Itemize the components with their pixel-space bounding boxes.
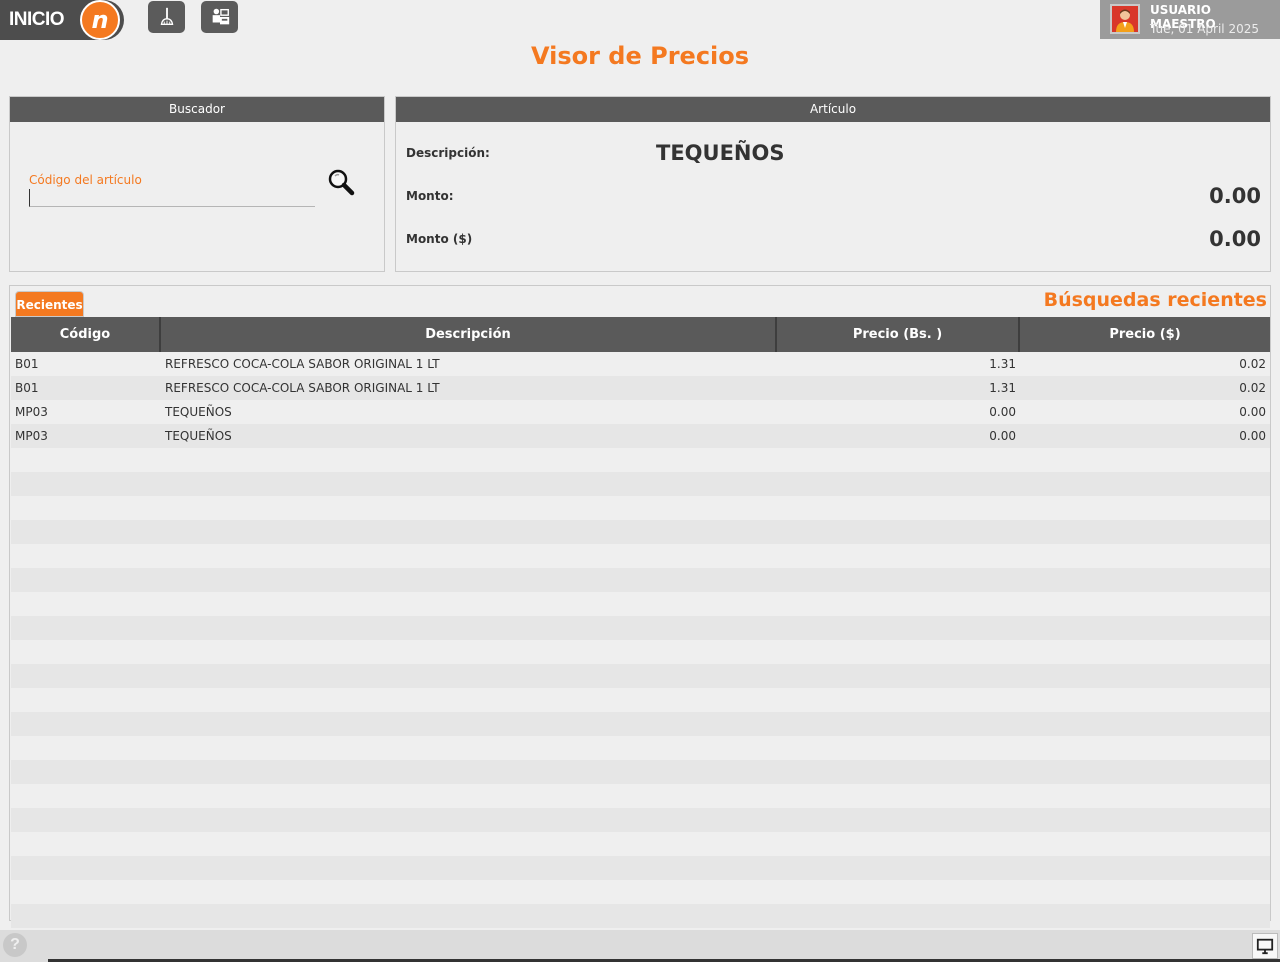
amount-usd-label: Monto ($) xyxy=(406,232,473,246)
help-icon[interactable]: ? xyxy=(3,933,27,957)
cell-description: REFRESCO COCA-COLA SABOR ORIGINAL 1 LT xyxy=(165,357,440,371)
article-panel: Artículo Descripción: TEQUEÑOS Monto: 0.… xyxy=(395,96,1271,272)
cell-price-usd: 0.02 xyxy=(1239,357,1266,371)
page-title: Visor de Precios xyxy=(530,42,750,70)
empty-table-row xyxy=(11,448,1270,472)
cell-price-bs: 1.31 xyxy=(989,357,1016,371)
cashier-button[interactable] xyxy=(201,1,238,33)
table-row[interactable]: MP03 TEQUEÑOS 0.00 0.00 xyxy=(11,424,1270,448)
cell-price-bs: 1.31 xyxy=(989,381,1016,395)
article-code-input[interactable] xyxy=(29,189,315,207)
cashier-icon xyxy=(212,8,229,25)
table-row[interactable]: B01 REFRESCO COCA-COLA SABOR ORIGINAL 1 … xyxy=(11,376,1270,400)
search-panel-header: Buscador xyxy=(10,97,384,122)
cell-description: TEQUEÑOS xyxy=(165,429,232,443)
recent-searches-table: Código Descripción Precio (Bs. ) Precio … xyxy=(11,317,1270,928)
column-header-price-bs[interactable]: Precio (Bs. ) xyxy=(777,317,1020,352)
recent-searches-panel: Recientes Búsquedas recientes Código Des… xyxy=(9,285,1271,928)
column-header-description[interactable]: Descripción xyxy=(161,317,777,352)
cell-code: MP03 xyxy=(15,429,48,443)
column-header-code[interactable]: Código xyxy=(11,317,161,352)
description-label: Descripción: xyxy=(406,146,490,160)
empty-table-row xyxy=(11,904,1270,928)
status-bar: ? xyxy=(0,930,1280,962)
cell-price-usd: 0.00 xyxy=(1239,405,1266,419)
brand-logo: n xyxy=(80,0,120,40)
description-value: TEQUEÑOS xyxy=(656,141,785,165)
empty-table-row xyxy=(11,880,1270,904)
cell-description: REFRESCO COCA-COLA SABOR ORIGINAL 1 LT xyxy=(165,381,440,395)
cell-description: TEQUEÑOS xyxy=(165,405,232,419)
empty-table-row xyxy=(11,592,1270,616)
empty-table-row xyxy=(11,544,1270,568)
empty-table-row xyxy=(11,784,1270,808)
cell-code: B01 xyxy=(15,357,39,371)
user-info[interactable]: USUARIO MAESTRO Tue, 01 April 2025 xyxy=(1100,0,1280,39)
user-avatar-icon xyxy=(1110,4,1140,34)
cell-price-usd: 0.00 xyxy=(1239,429,1266,443)
monitor-button[interactable] xyxy=(1252,933,1278,959)
current-date: Tue, 01 April 2025 xyxy=(1150,22,1259,36)
table-row[interactable]: B01 REFRESCO COCA-COLA SABOR ORIGINAL 1 … xyxy=(11,352,1270,376)
search-button[interactable] xyxy=(326,167,356,197)
column-header-price-usd[interactable]: Precio ($) xyxy=(1020,317,1270,352)
cell-code: B01 xyxy=(15,381,39,395)
empty-table-row xyxy=(11,520,1270,544)
article-code-label: Código del artículo xyxy=(29,173,142,187)
amount-label: Monto: xyxy=(406,189,454,203)
empty-table-row xyxy=(11,472,1270,496)
search-panel: Buscador Código del artículo xyxy=(9,96,385,272)
cell-price-usd: 0.02 xyxy=(1239,381,1266,395)
table-row[interactable]: MP03 TEQUEÑOS 0.00 0.00 xyxy=(11,400,1270,424)
tab-recientes[interactable]: Recientes xyxy=(15,291,84,317)
magnifier-icon xyxy=(328,169,355,196)
empty-table-row xyxy=(11,808,1270,832)
empty-table-row xyxy=(11,832,1270,856)
table-header: Código Descripción Precio (Bs. ) Precio … xyxy=(11,317,1270,352)
monitor-icon xyxy=(1256,938,1274,955)
recent-searches-title: Búsquedas recientes xyxy=(1043,289,1267,311)
amount-value: 0.00 xyxy=(1209,184,1261,208)
empty-table-row xyxy=(11,616,1270,640)
empty-table-row xyxy=(11,640,1270,664)
empty-table-row xyxy=(11,760,1270,784)
empty-table-row xyxy=(11,736,1270,760)
cleaning-broom-icon xyxy=(160,7,173,26)
amount-usd-value: 0.00 xyxy=(1209,227,1261,251)
cell-price-bs: 0.00 xyxy=(989,429,1016,443)
table-body: B01 REFRESCO COCA-COLA SABOR ORIGINAL 1 … xyxy=(11,352,1270,928)
home-button[interactable]: INICIO n xyxy=(0,0,124,40)
cleaning-broom-button[interactable] xyxy=(148,1,185,33)
article-panel-header: Artículo xyxy=(396,97,1270,122)
empty-table-row xyxy=(11,568,1270,592)
empty-table-row xyxy=(11,664,1270,688)
empty-table-row xyxy=(11,856,1270,880)
empty-table-row xyxy=(11,496,1270,520)
empty-table-row xyxy=(11,712,1270,736)
empty-table-row xyxy=(11,688,1270,712)
cell-price-bs: 0.00 xyxy=(989,405,1016,419)
top-bar: INICIO n USUARIO MAESTRO Tue, 01 April 2… xyxy=(0,0,1280,40)
brand-label: INICIO xyxy=(9,9,65,30)
cell-code: MP03 xyxy=(15,405,48,419)
